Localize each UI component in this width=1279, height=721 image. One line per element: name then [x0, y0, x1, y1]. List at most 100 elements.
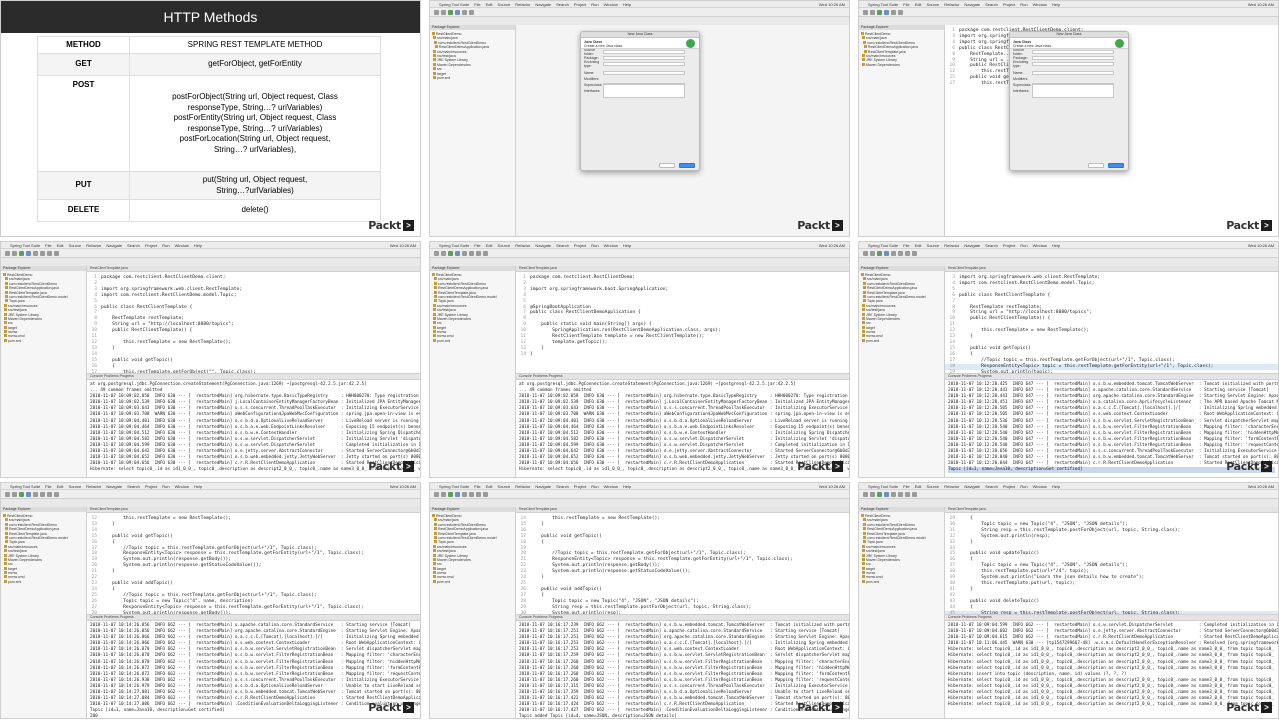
explorer-tab[interactable]: Package Explorer: [859, 266, 944, 271]
package-explorer[interactable]: Package Explorer RestClientDemo src/main…: [430, 507, 516, 718]
log-line: 2018-11-07 10:09:04.464 INFO 630 --- [ r…: [519, 424, 849, 430]
video-frame-grid: HTTP Methods METHOD SPRING REST TEMPLATE…: [0, 0, 1279, 721]
new-class-dialog[interactable]: New Java Class Java Class Create a new Ja…: [1009, 31, 1129, 171]
toolbar[interactable]: [1, 249, 420, 258]
enclosing-type-field[interactable]: [603, 62, 685, 66]
packt-logo: Packt >: [1226, 219, 1272, 232]
table-row: GET getForObject, getForEntity: [37, 53, 381, 76]
package-field[interactable]: [1032, 56, 1114, 60]
table-row: POST postForObject(String url, Object re…: [37, 75, 381, 172]
list-item: pom.xml: [432, 75, 513, 80]
list-item[interactable]: pom.xml: [861, 338, 942, 343]
list-item[interactable]: pom.xml: [432, 579, 513, 584]
package-explorer[interactable]: Package Explorer RestClientDemo src/main…: [430, 25, 516, 236]
menu-bar: Spring Tool Suite File Edit Source Refactor N…: [430, 1, 849, 8]
toolbar[interactable]: [430, 249, 849, 258]
toolbar[interactable]: [859, 249, 1278, 258]
explorer-tab[interactable]: Package Explorer: [430, 266, 515, 271]
calls-cell: delete(): [129, 199, 381, 222]
menu-bar: Spring Tool Suite File Edit Source Refactor N…: [1, 483, 420, 490]
log-line: 2018-11-07 10:09:03.708 WARN 630 --- [ r…: [90, 412, 420, 418]
source-code[interactable]: 1 package com.restclient.RestClientDemo; 2…: [516, 272, 849, 358]
code-editor[interactable]: RestClientTemplate.java 1 package com.res…: [516, 266, 849, 374]
package-explorer[interactable]: Package Explorer RestClientDemo src/main…: [859, 507, 945, 718]
method-cell: POST: [37, 75, 130, 172]
source-code[interactable]: 14 this.restTemplate = new RestTemplate(…: [516, 513, 849, 614]
interfaces-field[interactable]: [603, 84, 685, 98]
explorer-tab[interactable]: Package Explorer: [1, 266, 86, 271]
ide-tile-code-6: Spring Tool Suite File Edit Source Refactor N…: [858, 482, 1279, 719]
slide-title: HTTP Methods: [1, 1, 420, 33]
header-template: SPRING REST TEMPLATE METHOD: [129, 36, 381, 54]
explorer-tab[interactable]: Package Explorer: [430, 507, 515, 512]
wizard-logo-icon: [686, 39, 695, 48]
ide-tile-dialog-1: Spring Tool Suite File Edit Source Refactor N…: [429, 0, 850, 237]
explorer-tab[interactable]: Package Explorer: [1, 507, 86, 512]
code-editor[interactable]: RestClientTemplate.java 14 this.restTemp…: [516, 507, 849, 615]
ide-tile-code-1: Spring Tool Suite File Edit Source Refactor N…: [0, 241, 421, 478]
cancel-button[interactable]: [659, 163, 675, 168]
list-item[interactable]: pom.xml: [3, 579, 84, 584]
package-explorer[interactable]: Package Explorer RestClientDemo src/main…: [1, 266, 87, 477]
finish-button[interactable]: [1108, 163, 1124, 168]
menu-bar: Spring Tool Suite File Edit Source Refactor N…: [1, 242, 420, 249]
calls-cell: put(String url, Object request, String…?…: [129, 171, 381, 200]
table-header-row: METHOD SPRING REST TEMPLATE METHOD: [37, 36, 381, 54]
menu-bar: Spring Tool Suite File Edit Source Refactor N…: [430, 483, 849, 490]
calls-cell: getForObject, getForEntity: [129, 53, 381, 76]
source-code[interactable]: 12 this.restTemplate = new RestTemplate(…: [87, 513, 420, 614]
package-explorer[interactable]: Package Explorer RestClientDemo src/main…: [859, 266, 945, 477]
code-line: 14}: [520, 351, 533, 357]
toolbar[interactable]: [1, 490, 420, 499]
package-explorer[interactable]: Package Explorer RestClientDemo src/main…: [430, 266, 516, 477]
code-editor[interactable]: RestClientTemplate.java 29 {30 Topic top…: [945, 507, 1278, 615]
method-cell: DELETE: [37, 199, 130, 222]
source-code[interactable]: 1 package com.restclient.RestClientDemo.c…: [87, 272, 420, 373]
menu-bar: Spring Tool Suite File Edit Source Refactor N…: [859, 1, 1278, 8]
source-folder-field[interactable]: [1032, 50, 1114, 54]
list-item[interactable]: pom.xml: [432, 338, 513, 343]
slide-tile: HTTP Methods METHOD SPRING REST TEMPLATE…: [0, 0, 421, 237]
log-line: 2018-11-07 10:16:17.259 INFO 662 --- [ r…: [519, 653, 849, 659]
source-folder-field[interactable]: [603, 50, 685, 54]
log-line: 2018-11-07 10:12:28.540 INFO 647 --- [ r…: [948, 424, 1278, 430]
menu-bar: Spring Tool Suite File Edit Source Refactor N…: [430, 242, 849, 249]
list-item[interactable]: pom.xml: [3, 338, 84, 343]
enclosing-type-field[interactable]: [1032, 62, 1114, 66]
new-class-dialog[interactable]: New Java Class Java Class Create a new Ja…: [580, 31, 700, 171]
wizard-logo-icon: [1115, 39, 1124, 48]
name-field[interactable]: [603, 71, 685, 75]
method-cell: GET: [37, 53, 130, 76]
log-line: 2018-11-07 10:09:04.512 INFO 630 --- [ r…: [519, 430, 849, 436]
finish-button[interactable]: [679, 163, 695, 168]
code-editor[interactable]: RestClientTemplate.java 12 this.restTemp…: [87, 507, 420, 615]
name-field[interactable]: [1032, 71, 1114, 75]
console-log: 2018-11-07 10:09:04.599 INFO 662 --- [ r…: [945, 621, 1278, 710]
source-code[interactable]: 29 {30 Topic topic = new Topic("4", "JSO…: [945, 513, 1278, 614]
interfaces-field[interactable]: [1032, 84, 1114, 98]
list-item[interactable]: pom.xml: [861, 579, 942, 584]
package-field[interactable]: [603, 56, 685, 60]
code-editor[interactable]: RestClientTemplate.java 1 package com.res…: [87, 266, 420, 374]
toolbar[interactable]: [430, 8, 849, 17]
explorer-tab[interactable]: Package Explorer: [859, 507, 944, 512]
method-cell: PUT: [37, 171, 130, 200]
toolbar[interactable]: [430, 490, 849, 499]
packt-logo: Packt >: [368, 701, 414, 714]
packt-logo: Packt >: [797, 219, 843, 232]
cancel-button[interactable]: [1088, 163, 1104, 168]
code-editor[interactable]: RestClientTemplate.java 3 import org.spri…: [945, 266, 1278, 374]
toolbar[interactable]: [859, 490, 1278, 499]
packt-logo: Packt >: [797, 460, 843, 473]
packt-logo: Packt >: [368, 219, 414, 232]
log-line: Hibernate: select topic0_.id as id1_0_0_…: [948, 653, 1274, 659]
log-line: 2018-11-07 10:09:04.401 INFO 630 --- [ r…: [90, 418, 420, 424]
ide-tile-code-5: Spring Tool Suite File Edit Source Refactor N…: [429, 482, 850, 719]
packt-logo: Packt >: [797, 701, 843, 714]
log-line: 2018-11-07 10:12:28.540 INFO 647 --- [ r…: [948, 430, 1278, 436]
ide-tile-dialog-2: Spring Tool Suite File Edit Source Refactor N…: [858, 0, 1279, 237]
source-code[interactable]: 3 import org.springframework.web.client.R…: [945, 272, 1278, 373]
toolbar[interactable]: [859, 8, 1278, 17]
package-explorer[interactable]: Package Explorer RestClientDemo src/main…: [1, 507, 87, 718]
package-explorer[interactable]: Package Explorer RestClientDemo src/main…: [859, 25, 945, 236]
